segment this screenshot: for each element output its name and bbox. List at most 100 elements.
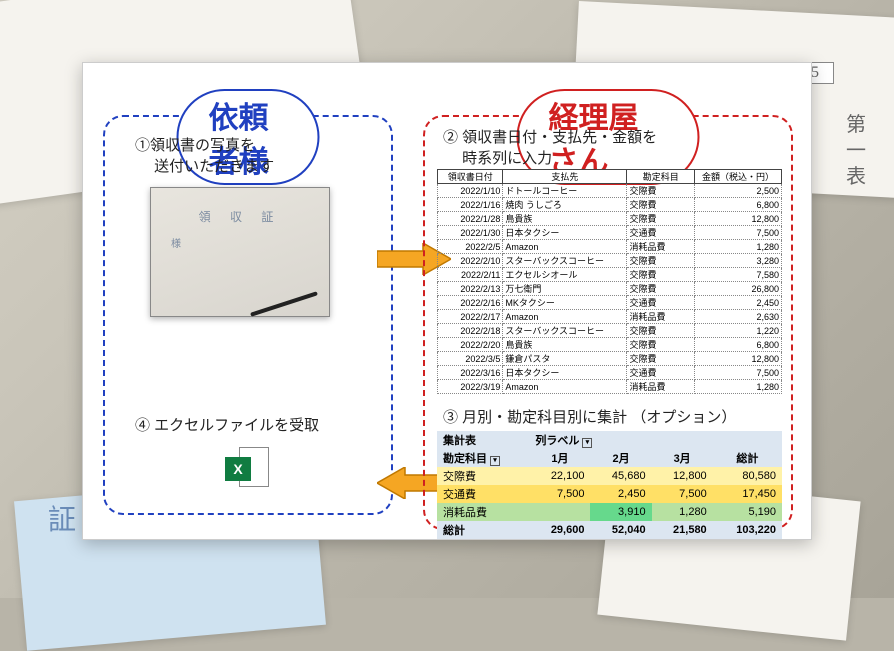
ledger-cell-payee: エクセルシオール — [503, 268, 627, 282]
pivot-row: 交際費22,10045,68012,80080,580 — [437, 467, 782, 485]
ledger-cell-acct: 消耗品費 — [627, 310, 695, 324]
ledger-cell-payee: Amazon — [503, 380, 627, 394]
pen-icon — [250, 291, 318, 316]
ledger-cell-acct: 交際費 — [627, 184, 695, 198]
ledger-cell-payee: Amazon — [503, 310, 627, 324]
ledger-cell-amt: 7,500 — [695, 226, 782, 240]
pivot-cell: 5,190 — [713, 503, 782, 521]
bg-text: 証 — [48, 498, 76, 538]
table-row: 2022/3/19Amazon消耗品費1,280 — [438, 380, 782, 394]
pivot-row-label: 交通費 — [437, 485, 529, 503]
ledger-cell-payee: 鳥貴族 — [503, 212, 627, 226]
bg-text: 一 — [846, 134, 866, 163]
pivot-header-row-2: 勘定科目▾ 1月 2月 3月 総計 — [437, 449, 782, 467]
ledger-header-date: 領収書日付 — [438, 170, 503, 184]
ledger-cell-acct: 交際費 — [627, 338, 695, 352]
pivot-cell — [529, 503, 590, 521]
table-row: 2022/1/30日本タクシー交通費7,500 — [438, 226, 782, 240]
ledger-cell-date: 2022/1/28 — [438, 212, 503, 226]
pivot-cell: 7,500 — [652, 485, 713, 503]
pivot-row: 消耗品費 3,9101,2805,190 — [437, 503, 782, 521]
ledger-cell-payee: 万七衛門 — [503, 282, 627, 296]
ledger-cell-date: 2022/3/19 — [438, 380, 503, 394]
ledger-header-amt: 金額（税込・円） — [695, 170, 782, 184]
ledger-header-row: 領収書日付 支払先 勘定科目 金額（税込・円） — [438, 170, 782, 184]
ledger-cell-date: 2022/3/16 — [438, 366, 503, 380]
table-row: 2022/1/10ドトールコーヒー交際費2,500 — [438, 184, 782, 198]
ledger-cell-amt: 6,800 — [695, 198, 782, 212]
pivot-col-3: 3月 — [652, 449, 713, 467]
ledger-cell-amt: 1,220 — [695, 324, 782, 338]
ledger-cell-acct: 交際費 — [627, 254, 695, 268]
table-row: 2022/1/28鳥貴族交際費12,800 — [438, 212, 782, 226]
ledger-cell-payee: ドトールコーヒー — [503, 184, 627, 198]
pivot-row-label: 交際費 — [437, 467, 529, 485]
pivot-row: 交通費7,5002,4507,50017,450 — [437, 485, 782, 503]
ledger-cell-payee: 鳥貴族 — [503, 338, 627, 352]
step-1-line1: ①領収書の写真を — [135, 137, 255, 154]
ledger-cell-acct: 交際費 — [627, 198, 695, 212]
pivot-col-2: 2月 — [590, 449, 651, 467]
pivot-row-label: 勘定科目▾ — [437, 449, 529, 467]
pivot-header-row-1: 集計表 列ラベル▾ — [437, 431, 782, 449]
step-1-line2: 送付いただきます — [135, 158, 274, 175]
ledger-cell-payee: 日本タクシー — [503, 226, 627, 240]
table-row: 2022/2/16MKタクシー交通費2,450 — [438, 296, 782, 310]
pivot-row-label: 消耗品費 — [437, 503, 529, 521]
ledger-cell-date: 2022/1/16 — [438, 198, 503, 212]
ledger-cell-amt: 2,630 — [695, 310, 782, 324]
table-row: 2022/2/18スターバックスコーヒー交際費1,220 — [438, 324, 782, 338]
ledger-cell-acct: 交際費 — [627, 268, 695, 282]
pivot-table: 集計表 列ラベル▾ 勘定科目▾ 1月 2月 3月 総計 交際費22,10045,… — [437, 431, 782, 539]
ledger-cell-amt: 6,800 — [695, 338, 782, 352]
bg-text: 表 — [846, 160, 866, 189]
ledger-cell-amt: 7,500 — [695, 366, 782, 380]
pivot-cell: 103,220 — [713, 521, 782, 539]
ledger-cell-acct: 交際費 — [627, 282, 695, 296]
ledger-cell-date: 2022/2/18 — [438, 324, 503, 338]
excel-badge: X — [225, 457, 251, 481]
ledger-cell-amt: 7,580 — [695, 268, 782, 282]
ledger-cell-date: 2022/2/5 — [438, 240, 503, 254]
step-3-text: ③ 月別・勘定科目別に集計 （オプション） — [443, 407, 736, 428]
table-row: 2022/2/10スターバックスコーヒー交際費3,280 — [438, 254, 782, 268]
accountant-box: 経理屋さん ② 領収書日付・支払先・金額を 時系列に入力 領収書日付 支払先 勘… — [423, 115, 793, 530]
table-row: 2022/3/5鎌倉パスタ交際費12,800 — [438, 352, 782, 366]
ledger-cell-amt: 12,800 — [695, 352, 782, 366]
excel-file-icon: X — [225, 447, 269, 491]
ledger-cell-payee: MKタクシー — [503, 296, 627, 310]
pivot-cell: 21,580 — [652, 521, 713, 539]
ledger-cell-amt: 2,450 — [695, 296, 782, 310]
pivot-cell: 52,040 — [590, 521, 651, 539]
ledger-cell-payee: Amazon — [503, 240, 627, 254]
pivot-cell: 3,910 — [590, 503, 651, 521]
ledger-cell-acct: 交通費 — [627, 366, 695, 380]
ledger-cell-amt: 1,280 — [695, 380, 782, 394]
pivot-cell: 80,580 — [713, 467, 782, 485]
ledger-cell-date: 2022/1/10 — [438, 184, 503, 198]
step-2-line2: 時系列に入力 — [443, 150, 552, 167]
pivot-col-4: 総計 — [713, 449, 782, 467]
dropdown-icon[interactable]: ▾ — [490, 456, 500, 466]
receipt-photo: 領 収 証 様 — [150, 187, 330, 317]
ledger-cell-acct: 交際費 — [627, 212, 695, 226]
ledger-cell-payee: スターバックスコーヒー — [503, 254, 627, 268]
table-row: 2022/2/13万七衛門交際費26,800 — [438, 282, 782, 296]
pivot-col-label-text: 列ラベル — [535, 435, 579, 447]
ledger-cell-date: 2022/1/30 — [438, 226, 503, 240]
pivot-cell: 45,680 — [590, 467, 651, 485]
ledger-cell-date: 2022/2/16 — [438, 296, 503, 310]
receipt-sama: 様 — [171, 235, 181, 250]
table-row: 2022/3/16日本タクシー交通費7,500 — [438, 366, 782, 380]
table-row: 2022/2/5Amazon消耗品費1,280 — [438, 240, 782, 254]
dropdown-icon[interactable]: ▾ — [582, 438, 592, 448]
ledger-cell-acct: 交通費 — [627, 226, 695, 240]
table-row: 2022/2/20鳥貴族交際費6,800 — [438, 338, 782, 352]
pivot-cell: 1,280 — [652, 503, 713, 521]
ledger-cell-acct: 消耗品費 — [627, 240, 695, 254]
ledger-cell-payee: 焼肉 うしごろ — [503, 198, 627, 212]
ledger-cell-amt: 12,800 — [695, 212, 782, 226]
ledger-cell-acct: 交際費 — [627, 352, 695, 366]
ledger-cell-amt: 3,280 — [695, 254, 782, 268]
ledger-cell-date: 2022/2/11 — [438, 268, 503, 282]
